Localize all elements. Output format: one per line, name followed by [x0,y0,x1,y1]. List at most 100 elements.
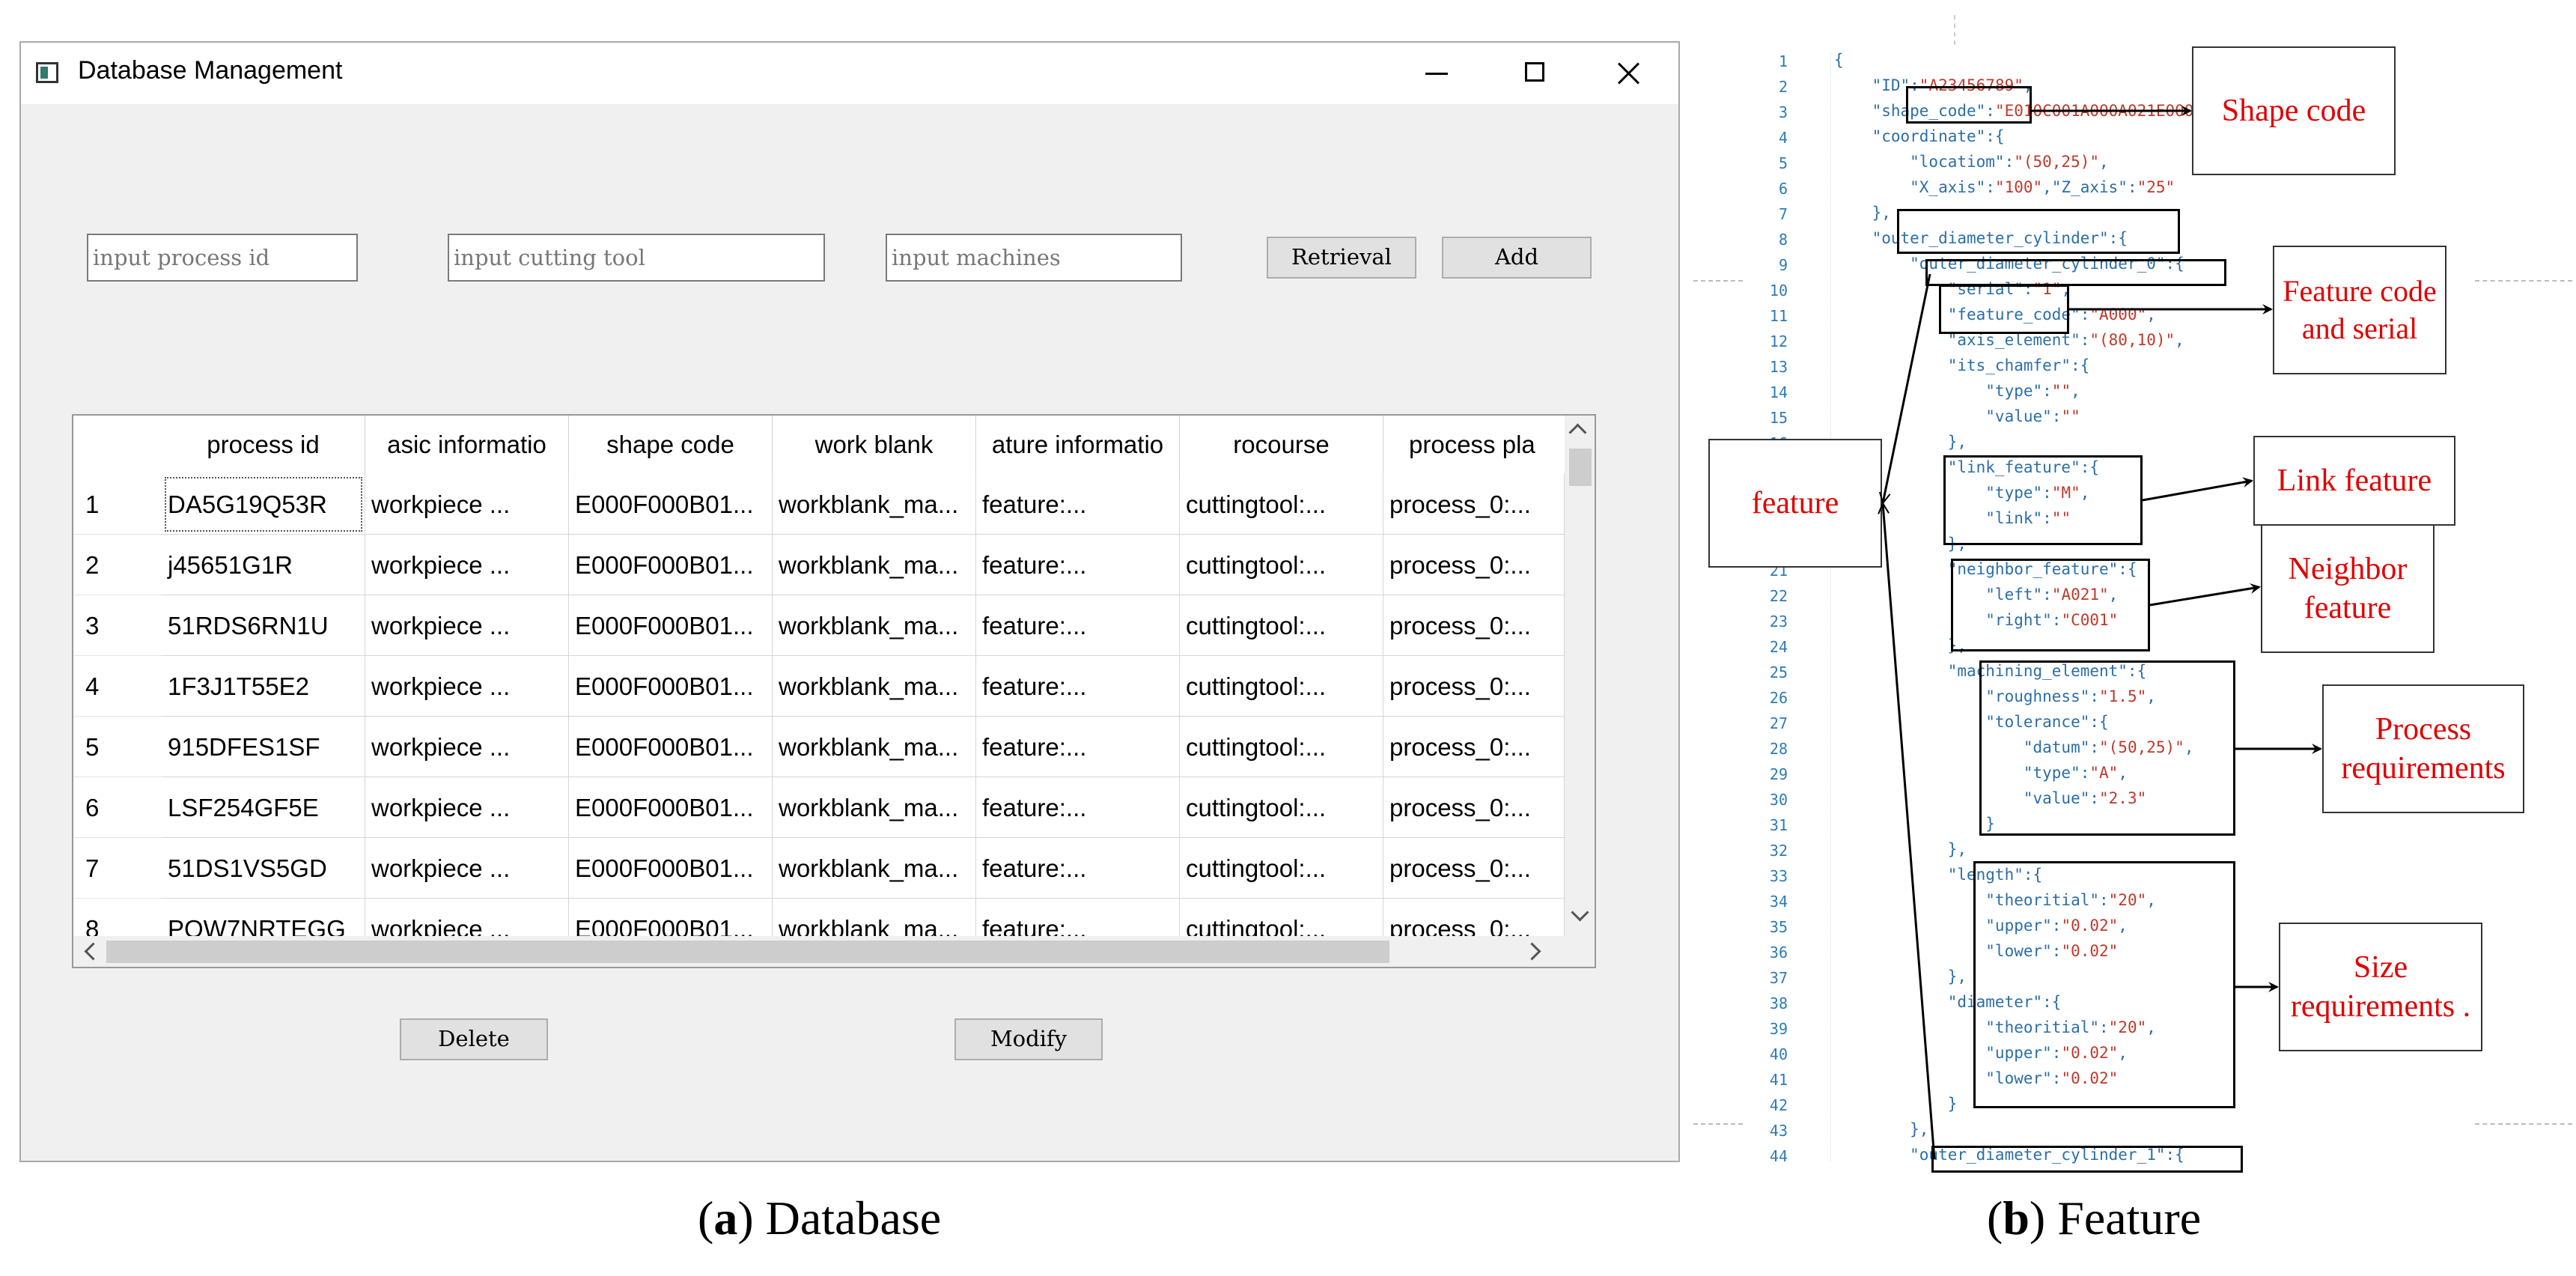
table-cell[interactable]: workblank_ma... [773,777,976,838]
table-cell[interactable]: 51RDS6RN1U [162,595,365,656]
table-cell[interactable]: E000F000B01... [569,535,773,595]
table-cell[interactable]: feature:... [976,717,1180,777]
table-cell[interactable]: 1F3J1T55E2 [162,656,365,717]
table-row[interactable]: 2 j45651G1R workpiece ... E000F000B01... wor… [73,535,1565,595]
scroll-thumb[interactable] [1569,449,1592,486]
chevron-down-icon[interactable] [1571,903,1589,922]
line-number: 35 [1769,918,1788,936]
add-button[interactable]: Add [1442,237,1592,279]
table-cell[interactable]: feature:... [976,474,1180,535]
table-cell[interactable]: workpiece ... [365,838,569,899]
table-cell[interactable]: feature:... [976,838,1180,899]
title-bar[interactable]: Database Management [21,43,1678,104]
chevron-right-icon[interactable] [1523,942,1541,961]
line-number: 43 [1769,1122,1788,1140]
column-header[interactable]: rocourse [1180,416,1383,474]
machines-input[interactable] [886,234,1182,282]
table-cell[interactable]: E000F000B01... [569,717,773,777]
table-cell[interactable]: cuttingtool:... [1180,474,1383,535]
table-cell[interactable]: cuttingtool:... [1180,777,1383,838]
close-icon[interactable] [1589,43,1671,104]
table-cell[interactable]: DA5G19Q53R [162,474,365,535]
column-header[interactable]: process id [162,416,365,474]
table-cell[interactable]: workblank_ma... [773,535,976,595]
table-row[interactable]: 6 LSF254GF5E workpiece ... E000F000B01... wo… [73,777,1565,838]
table-row[interactable]: 5 915DFES1SF workpiece ... E000F000B01... wo… [73,717,1565,777]
table-cell[interactable]: workblank_ma... [773,656,976,717]
process-id-input[interactable] [87,234,358,282]
modify-button[interactable]: Modify [954,1018,1103,1060]
table-cell[interactable]: process_0:... [1383,717,1565,777]
line-number: 29 [1769,765,1788,783]
delete-button[interactable]: Delete [400,1018,548,1060]
table-cell[interactable]: cuttingtool:... [1180,656,1383,717]
row-number[interactable]: 6 [73,777,162,838]
table-cell[interactable]: cuttingtool:... [1180,717,1383,777]
table-cell[interactable]: workblank_ma... [773,838,976,899]
table-cell[interactable]: workpiece ... [365,717,569,777]
table-cell[interactable]: process_0:... [1383,474,1565,535]
table-row[interactable]: 3 51RDS6RN1U workpiece ... E000F000B01... wo… [73,595,1565,656]
line-number: 36 [1769,944,1788,961]
chevron-left-icon[interactable] [84,942,103,961]
line-number: 12 [1769,332,1788,350]
code-line: "X_axis":"100","Z_axis":"25" [1834,178,2175,196]
table-cell[interactable]: E000F000B01... [569,656,773,717]
table-cell[interactable]: E000F000B01... [569,777,773,838]
table-cell[interactable]: workblank_ma... [773,595,976,656]
row-number[interactable]: 4 [73,656,162,717]
table-cell[interactable]: feature:... [976,595,1180,656]
table-cell[interactable]: workpiece ... [365,535,569,595]
neighbor-feature-box [1951,559,2150,651]
table-cell[interactable]: feature:... [976,656,1180,717]
table-row[interactable]: 4 1F3J1T55E2 workpiece ... E000F000B01... wo… [73,656,1565,717]
table-cell[interactable]: feature:... [976,535,1180,595]
table-cell[interactable]: E000F000B01... [569,838,773,899]
row-number[interactable]: 2 [73,535,162,595]
table-cell[interactable]: cuttingtool:... [1180,838,1383,899]
cylinder-1-box [1931,1146,2243,1173]
table-cell[interactable]: workpiece ... [365,777,569,838]
table-cell[interactable]: cuttingtool:... [1180,595,1383,656]
row-number[interactable]: 7 [73,838,162,899]
cutting-tool-input[interactable] [448,234,825,282]
table-cell[interactable]: process_0:... [1383,535,1565,595]
column-header[interactable]: shape code [569,416,773,474]
table-cell[interactable]: 51DS1VS5GD [162,838,365,899]
column-header[interactable]: asic informatio [365,416,569,474]
table-cell[interactable]: process_0:... [1383,656,1565,717]
table-cell[interactable]: workblank_ma... [773,717,976,777]
chevron-up-icon[interactable] [1568,423,1587,442]
table-cell[interactable]: workblank_ma... [773,474,976,535]
maximize-icon[interactable] [1494,43,1577,104]
table-cell[interactable]: E000F000B01... [569,474,773,535]
table-cell[interactable]: cuttingtool:... [1180,535,1383,595]
minimize-icon[interactable] [1395,43,1478,104]
table-row[interactable]: 7 51DS1VS5GD workpiece ... E000F000B01... wo… [73,838,1565,899]
table-cell[interactable]: 915DFES1SF [162,717,365,777]
table-cell[interactable]: E000F000B01... [569,595,773,656]
horizontal-scrollbar[interactable] [73,936,1565,967]
table-row[interactable]: 1 DA5G19Q53R workpiece ... E000F000B01... wo… [73,474,1565,535]
table-cell[interactable]: process_0:... [1383,838,1565,899]
row-number[interactable]: 3 [73,595,162,656]
caption-a-text: Database [765,1191,942,1245]
table-cell[interactable]: workpiece ... [365,656,569,717]
column-header[interactable]: work blank [773,416,976,474]
table-cell[interactable]: process_0:... [1383,777,1565,838]
vertical-scrollbar[interactable] [1565,416,1595,936]
retrieval-button[interactable]: Retrieval [1267,237,1416,279]
column-header[interactable]: ature informatio [976,416,1180,474]
table-cell[interactable]: process_0:... [1383,595,1565,656]
scroll-thumb[interactable] [106,941,1389,963]
divider [1954,15,1955,45]
table-cell[interactable]: LSF254GF5E [162,777,365,838]
column-header[interactable]: process pla [1383,416,1578,474]
cylinder-0-box [1925,259,2226,286]
row-number[interactable]: 5 [73,717,162,777]
row-number[interactable]: 1 [73,474,162,535]
table-cell[interactable]: j45651G1R [162,535,365,595]
table-cell[interactable]: feature:... [976,777,1180,838]
table-cell[interactable]: workpiece ... [365,474,569,535]
table-cell[interactable]: workpiece ... [365,595,569,656]
